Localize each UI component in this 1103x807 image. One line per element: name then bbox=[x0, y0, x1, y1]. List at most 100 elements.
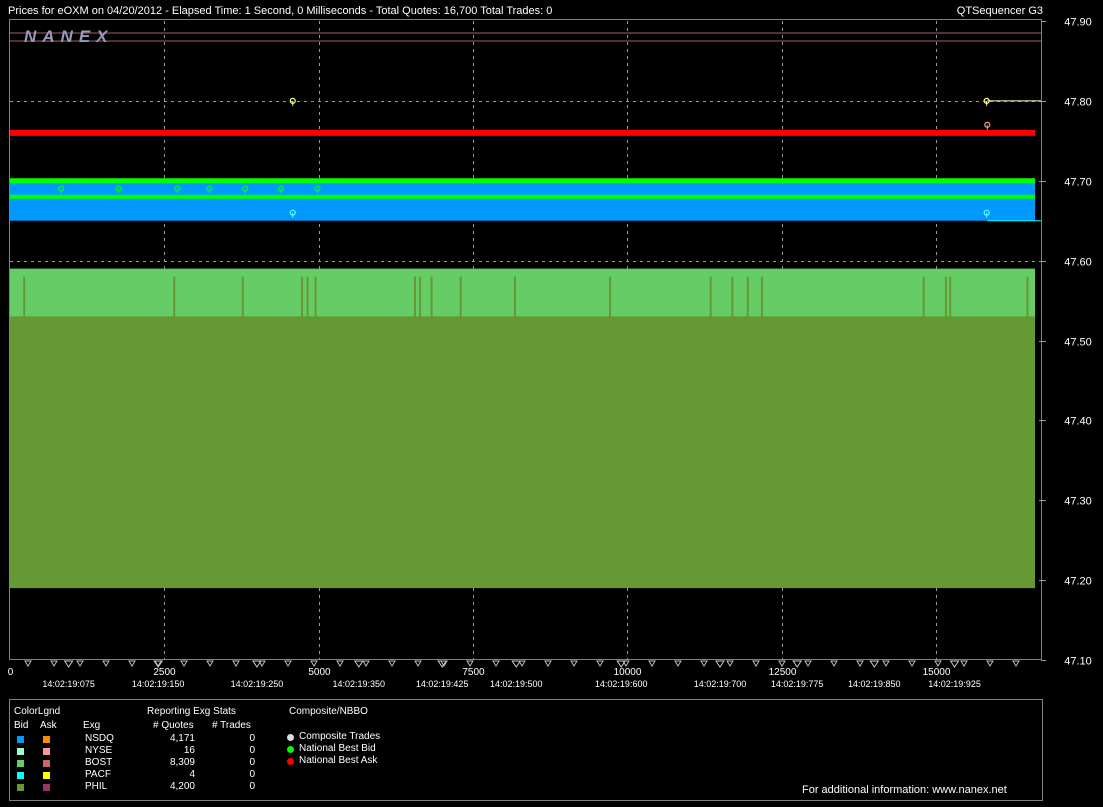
stats-title: Reporting Exg Stats bbox=[147, 706, 236, 717]
time-marker-triangle bbox=[949, 660, 960, 668]
tick-triangle bbox=[726, 660, 734, 667]
colorlgnd-title: ColorLgnd bbox=[14, 706, 61, 717]
band-phil-bid bbox=[10, 316, 1035, 589]
tick-triangle bbox=[830, 660, 838, 667]
composite-item-label: National Best Ask bbox=[299, 755, 378, 766]
y-tick-label: 47.40 bbox=[1064, 416, 1092, 428]
tick-triangle bbox=[492, 660, 500, 667]
tick-triangle bbox=[180, 660, 188, 667]
x-time-label: 14:02:19:775 bbox=[771, 679, 824, 689]
x-time-label: 14:02:19:250 bbox=[231, 679, 284, 689]
x-time-label: 14:02:19:600 bbox=[595, 679, 648, 689]
band-bost-bid bbox=[10, 268, 1035, 317]
time-marker-triangle bbox=[63, 660, 74, 668]
trade-count: 0 bbox=[249, 745, 255, 756]
exg-name: NSDQ bbox=[85, 733, 114, 744]
x-time-label: 14:02:19:425 bbox=[416, 679, 469, 689]
composite-item-label: National Best Bid bbox=[299, 743, 376, 754]
tick-triangle bbox=[648, 660, 656, 667]
exg-name: BOST bbox=[85, 757, 113, 768]
tick-triangle bbox=[700, 660, 708, 667]
tick-triangle bbox=[674, 660, 682, 667]
y-tick-label: 47.80 bbox=[1064, 97, 1092, 109]
tick-triangle bbox=[544, 660, 552, 667]
quote-count: 8,309 bbox=[169, 757, 195, 768]
tick-triangle bbox=[50, 660, 58, 667]
bost-ask-swatch bbox=[43, 760, 50, 767]
tick-triangle bbox=[76, 660, 84, 667]
nanex-logo: NANEX bbox=[24, 27, 114, 46]
composite-title: Composite/NBBO bbox=[289, 706, 368, 717]
footer-link-text[interactable]: For additional information: www.nanex.ne… bbox=[802, 784, 1007, 796]
x-tick-label: 10000 bbox=[614, 667, 642, 678]
nyse-bid-swatch bbox=[17, 748, 24, 755]
exg-name: PHIL bbox=[85, 781, 108, 792]
quote-count: 16 bbox=[183, 745, 195, 756]
tick-triangle bbox=[908, 660, 916, 667]
tick-triangle bbox=[986, 660, 994, 667]
price-chart: 47.90 47.80 47.70 47.60 47.50 47.40 47.30 47.20… bbox=[8, 17, 1092, 690]
bid-header: Bid bbox=[14, 720, 29, 731]
phil-bid-swatch bbox=[17, 784, 24, 791]
x-time-label: 14:02:19:075 bbox=[42, 679, 95, 689]
x-time-label: 14:02:19:925 bbox=[928, 679, 981, 689]
bost-bid-swatch bbox=[17, 760, 24, 767]
tick-triangle bbox=[336, 660, 344, 667]
x-time-label: 14:02:19:150 bbox=[132, 679, 185, 689]
tick-triangle bbox=[518, 660, 526, 667]
legend-panel: ColorLgnd Bid Ask Exg Reporting Exg Stat… bbox=[9, 699, 1043, 801]
exg-name: NYSE bbox=[85, 745, 113, 756]
quotes-header: # Quotes bbox=[153, 720, 194, 731]
tick-triangle bbox=[284, 660, 292, 667]
tick-triangle bbox=[960, 660, 968, 667]
tick-triangle bbox=[362, 660, 370, 667]
y-tick-label: 47.70 bbox=[1064, 177, 1092, 189]
phil-ask-swatch bbox=[43, 784, 50, 791]
time-marker-triangle bbox=[869, 660, 880, 668]
composite-item-label: Composite Trades bbox=[299, 731, 381, 742]
tick-triangle bbox=[934, 660, 942, 667]
quote-bands bbox=[10, 180, 1035, 589]
trade-count: 0 bbox=[249, 781, 255, 792]
x-tick-label: 0 bbox=[8, 667, 14, 678]
tick-triangle bbox=[128, 660, 136, 667]
y-tick-label: 47.30 bbox=[1064, 496, 1092, 508]
trades-header: # Trades bbox=[212, 720, 251, 731]
tick-triangle bbox=[882, 660, 890, 667]
national-best-bid-dot bbox=[287, 746, 294, 753]
tick-triangle bbox=[232, 660, 240, 667]
x-time-label: 14:02:19:350 bbox=[333, 679, 386, 689]
nsdq-bid-swatch bbox=[17, 736, 24, 743]
y-tick-label: 47.60 bbox=[1064, 257, 1092, 269]
tick-triangle bbox=[596, 660, 604, 667]
quote-count: 4,200 bbox=[169, 781, 195, 792]
x-tick-label: 12500 bbox=[769, 667, 797, 678]
tick-triangle bbox=[310, 660, 318, 667]
x-tick-label: 5000 bbox=[308, 667, 331, 678]
composite-trades-dot bbox=[287, 734, 294, 741]
tick-triangle bbox=[1012, 660, 1020, 667]
tick-triangle bbox=[856, 660, 864, 667]
tick-triangle bbox=[752, 660, 760, 667]
tick-triangle bbox=[102, 660, 110, 667]
exg-header: Exg bbox=[83, 720, 101, 731]
tick-triangle bbox=[466, 660, 474, 667]
y-tick-label: 47.20 bbox=[1064, 576, 1092, 588]
national-best-ask-dot bbox=[287, 758, 294, 765]
tick-triangle bbox=[570, 660, 578, 667]
x-tick-label: 15000 bbox=[923, 667, 951, 678]
nyse-ask-swatch bbox=[43, 748, 50, 755]
quote-count: 4,171 bbox=[169, 733, 195, 744]
trade-count: 0 bbox=[249, 757, 255, 768]
tick-triangle bbox=[24, 660, 32, 667]
y-tick-label: 47.90 bbox=[1064, 17, 1092, 29]
y-tick-label: 47.50 bbox=[1064, 337, 1092, 349]
tick-triangle bbox=[258, 660, 266, 667]
trade-count: 0 bbox=[249, 733, 255, 744]
pacf-bid-swatch bbox=[17, 772, 24, 779]
y-tick-label: 47.10 bbox=[1064, 656, 1092, 668]
band-nsdq-bid bbox=[10, 180, 1035, 221]
time-marker-triangle bbox=[715, 660, 725, 668]
nsdq-ask-swatch bbox=[43, 736, 50, 743]
x-tick-label: 7500 bbox=[462, 667, 485, 678]
